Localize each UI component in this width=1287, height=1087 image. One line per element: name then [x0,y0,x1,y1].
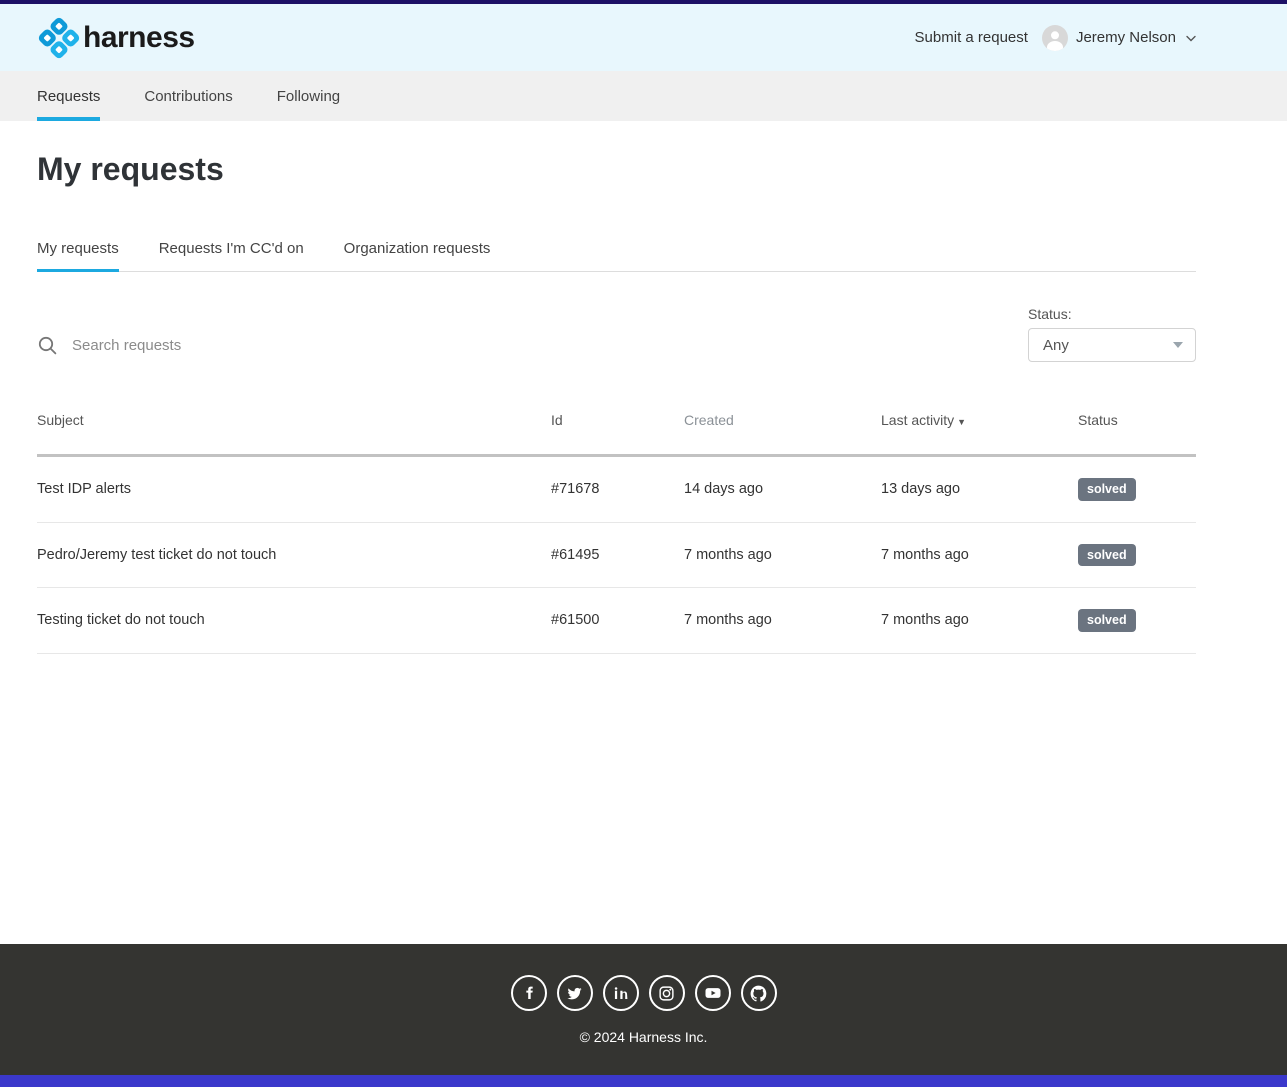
nav-tab-following[interactable]: Following [277,71,340,121]
tab-my-requests[interactable]: My requests [37,230,119,271]
request-created: 7 months ago [684,522,881,588]
nav-tab-requests[interactable]: Requests [37,71,100,121]
search-box [37,335,490,362]
copyright-text: © 2024 Harness Inc. [0,1029,1287,1045]
logo-text: harness [83,21,195,55]
status-badge: solved [1078,544,1136,567]
request-id: #61495 [551,522,684,588]
chevron-down-icon [1186,29,1196,47]
tab-organization-requests[interactable]: Organization requests [344,230,491,271]
request-last-activity: 7 months ago [881,588,1078,654]
social-links [0,975,1287,1011]
user-name: Jeremy Nelson [1076,29,1176,46]
sort-desc-icon: ▼ [957,417,966,427]
request-created: 14 days ago [684,456,881,523]
status-select-value: Any [1043,337,1069,354]
site-footer: © 2024 Harness Inc. [0,944,1287,1075]
twitter-icon[interactable] [557,975,593,1011]
caret-down-icon [1173,342,1183,348]
nav-tab-contributions[interactable]: Contributions [144,71,232,121]
status-badge: solved [1078,609,1136,632]
harness-logo-icon [37,16,81,60]
instagram-icon[interactable] [649,975,685,1011]
status-filter: Status: Any [1028,306,1196,362]
request-id: #61500 [551,588,684,654]
col-header-last-activity[interactable]: Last activity▼ [881,404,1078,456]
search-input[interactable] [70,336,490,355]
search-icon [37,335,58,356]
request-last-activity: 7 months ago [881,522,1078,588]
youtube-icon[interactable] [695,975,731,1011]
table-row: Pedro/Jeremy test ticket do not touch #6… [37,522,1196,588]
harness-logo[interactable]: harness [37,16,195,60]
request-tabs: My requests Requests I'm CC'd on Organiz… [37,230,1196,272]
col-header-subject[interactable]: Subject [37,404,551,456]
submit-request-link[interactable]: Submit a request [915,29,1028,46]
col-header-last-activity-label: Last activity [881,412,954,428]
main-content: My requests My requests Requests I'm CC'… [0,121,1287,944]
request-subject-link[interactable]: Testing ticket do not touch [37,588,551,654]
request-id: #71678 [551,456,684,523]
avatar [1042,25,1068,51]
request-subject-link[interactable]: Test IDP alerts [37,456,551,523]
request-created: 7 months ago [684,588,881,654]
col-header-id[interactable]: Id [551,404,684,456]
page-title: My requests [37,151,1196,188]
table-row: Test IDP alerts #71678 14 days ago 13 da… [37,456,1196,523]
requests-table: Subject Id Created Last activity▼ Status… [37,404,1196,654]
primary-nav: Requests Contributions Following [0,71,1287,121]
linkedin-icon[interactable] [603,975,639,1011]
github-icon[interactable] [741,975,777,1011]
facebook-icon[interactable] [511,975,547,1011]
status-badge: solved [1078,478,1136,501]
request-last-activity: 13 days ago [881,456,1078,523]
table-row: Testing ticket do not touch #61500 7 mon… [37,588,1196,654]
bottom-accent-strip [0,1075,1287,1087]
col-header-status[interactable]: Status [1078,404,1196,456]
tab-requests-ccd[interactable]: Requests I'm CC'd on [159,230,304,271]
list-controls: Status: Any [37,306,1196,362]
status-filter-label: Status: [1028,306,1196,322]
user-menu[interactable]: Jeremy Nelson [1042,25,1196,51]
site-header: harness Submit a request Jeremy Nelson [0,4,1287,71]
request-subject-link[interactable]: Pedro/Jeremy test ticket do not touch [37,522,551,588]
table-header-row: Subject Id Created Last activity▼ Status [37,404,1196,456]
col-header-created[interactable]: Created [684,404,881,456]
status-select[interactable]: Any [1028,328,1196,362]
